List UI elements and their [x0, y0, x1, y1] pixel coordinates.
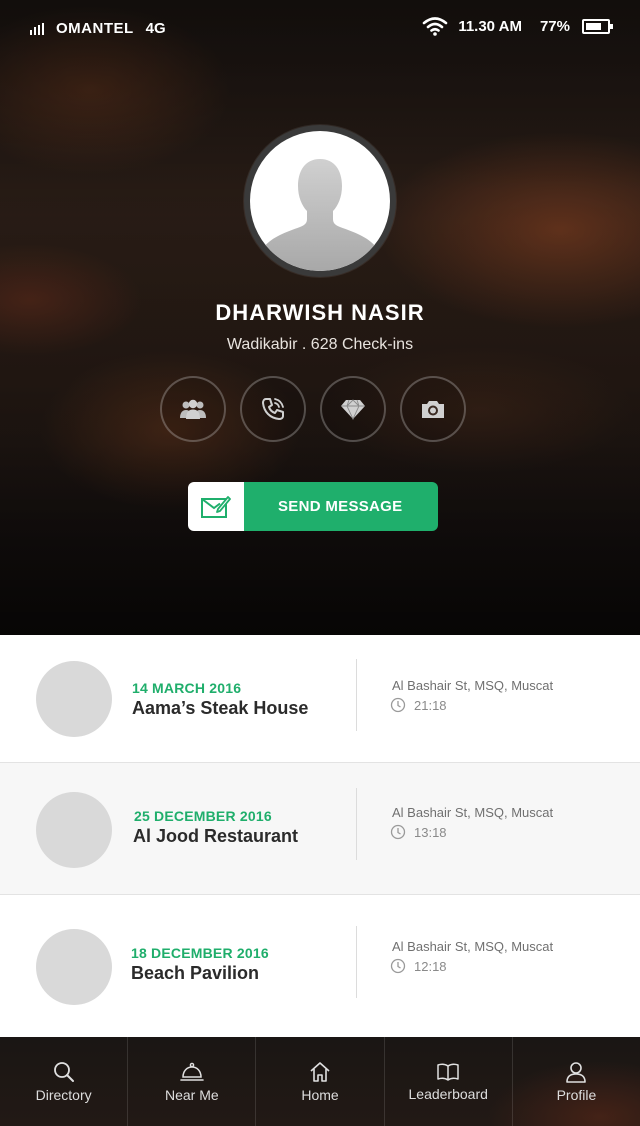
carrier-name: OMANTEL [56, 20, 134, 37]
wifi-icon [423, 17, 448, 36]
book-icon [437, 1063, 459, 1081]
send-message-label: SEND MESSAGE [244, 482, 438, 531]
profile-actions [160, 376, 480, 444]
row-divider [356, 788, 357, 860]
list-item[interactable]: 14 MARCH 2016 Aama’s Steak House Al Bash… [0, 635, 640, 763]
venue-name: Aama’s Steak House [132, 698, 309, 718]
tab-near-me[interactable]: Near Me [128, 1037, 257, 1126]
checkin-date: 18 DECEMBER 2016 [131, 945, 269, 961]
checkin-list: 14 MARCH 2016 Aama’s Steak House Al Bash… [0, 635, 640, 1037]
checkin-time: 12:18 [390, 958, 447, 974]
profile-subtitle: Wadikabir . 628 Check-ins [226, 336, 414, 353]
tab-profile[interactable]: Profile [513, 1037, 640, 1126]
user-silhouette-icon [264, 159, 376, 271]
checkin-time: 21:18 [390, 697, 447, 713]
venue-thumbnail [36, 929, 112, 1005]
battery-icon [582, 18, 613, 34]
status-time: 11.30 AM [458, 17, 522, 35]
rewards-button[interactable] [320, 376, 386, 442]
venue-thumbnail [36, 792, 112, 868]
venue-thumbnail [36, 661, 112, 737]
tab-directory[interactable]: Directory [0, 1037, 129, 1126]
clock-icon [390, 697, 406, 713]
tab-label: Profile [556, 1086, 597, 1103]
phone-icon [262, 398, 284, 420]
avatar[interactable] [244, 125, 396, 277]
tab-label: Home [301, 1086, 339, 1103]
checkin-time-value: 21:18 [414, 697, 447, 713]
clock-icon [390, 958, 406, 974]
profile-header: OMANTEL 4G 11.30 AM 77% DHARWISH NASIR W… [0, 0, 640, 635]
diamond-icon [341, 399, 365, 420]
user-icon [566, 1061, 587, 1083]
tab-label: Near Me [164, 1086, 219, 1103]
checkin-time-value: 12:18 [414, 958, 447, 974]
call-button[interactable] [240, 376, 306, 442]
checkin-date: 25 DECEMBER 2016 [134, 808, 272, 824]
tab-label: Directory [35, 1086, 92, 1103]
cloche-icon [179, 1062, 204, 1081]
row-divider [356, 926, 357, 998]
venue-address: Al Bashair St, MSQ, Muscat [392, 805, 554, 820]
clock-icon [390, 824, 406, 840]
checkin-time-value: 13:18 [414, 824, 447, 840]
compose-message-icon [201, 495, 231, 518]
venue-name: Beach Pavilion [131, 963, 260, 983]
venue-address: Al Bashair St, MSQ, Muscat [392, 678, 554, 693]
list-item[interactable]: 25 DECEMBER 2016 Al Jood Restaurant Al B… [0, 763, 640, 895]
tab-leaderboard[interactable]: Leaderboard [385, 1037, 513, 1126]
checkin-date: 14 MARCH 2016 [132, 680, 242, 696]
tab-label: Leaderboard [408, 1085, 488, 1102]
camera-icon [422, 401, 444, 418]
search-icon [53, 1061, 74, 1082]
users-icon [180, 399, 206, 419]
profile-name: DHARWISH NASIR [215, 300, 425, 325]
home-icon [310, 1061, 330, 1082]
row-divider [356, 659, 357, 731]
photos-button[interactable] [400, 376, 466, 442]
venue-name: Al Jood Restaurant [133, 826, 299, 846]
send-message-button[interactable]: SEND MESSAGE [188, 482, 438, 531]
send-message-icon-box [188, 482, 244, 531]
list-item[interactable]: 18 DECEMBER 2016 Beach Pavilion Al Basha… [0, 895, 640, 1037]
avatar-image [250, 131, 390, 271]
venue-address: Al Bashair St, MSQ, Muscat [392, 939, 554, 954]
network-type: 4G [145, 20, 166, 37]
signal-icon [30, 22, 46, 35]
bottom-tab-bar: Directory Near Me Home Leaderboard Profi… [0, 1037, 640, 1126]
status-bar: OMANTEL 4G 11.30 AM 77% [0, 0, 640, 58]
checkin-time: 13:18 [390, 824, 447, 840]
battery-fill [586, 22, 601, 30]
battery-percentage: 77% [539, 17, 570, 35]
friends-button[interactable] [160, 376, 226, 442]
tab-home[interactable]: Home [256, 1037, 385, 1126]
